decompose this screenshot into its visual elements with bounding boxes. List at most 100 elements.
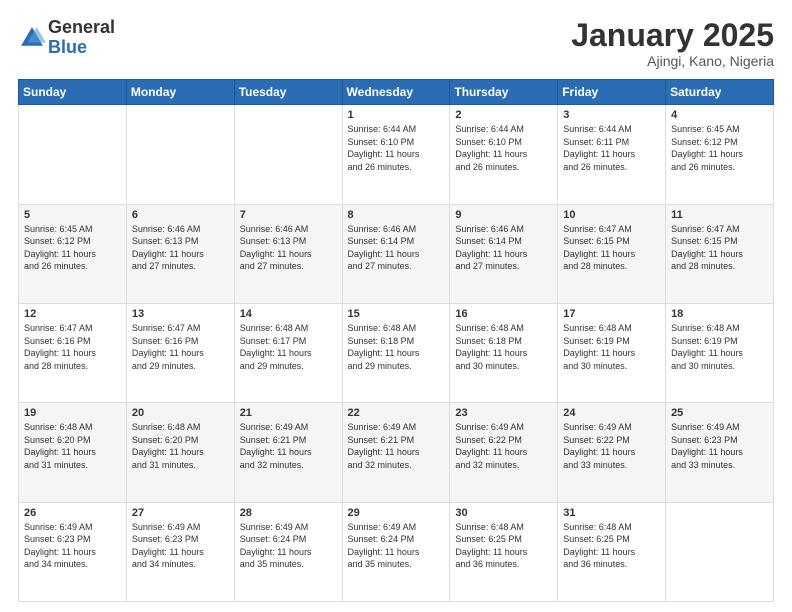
- day-number: 16: [455, 308, 552, 320]
- table-row: 11 Sunrise: 6:47 AM Sunset: 6:15 PM Dayli…: [666, 204, 774, 303]
- table-row: [234, 105, 342, 204]
- day-info: Sunrise: 6:48 AM Sunset: 6:25 PM Dayligh…: [563, 521, 660, 571]
- day-info: Sunrise: 6:47 AM Sunset: 6:15 PM Dayligh…: [671, 223, 768, 273]
- logo-general-text: General: [48, 17, 115, 37]
- table-row: 1 Sunrise: 6:44 AM Sunset: 6:10 PM Daylig…: [342, 105, 450, 204]
- day-number: 31: [563, 507, 660, 519]
- table-row: 5 Sunrise: 6:45 AM Sunset: 6:12 PM Daylig…: [19, 204, 127, 303]
- day-info: Sunrise: 6:49 AM Sunset: 6:22 PM Dayligh…: [455, 421, 552, 471]
- col-sunday: Sunday: [19, 80, 127, 105]
- day-info: Sunrise: 6:46 AM Sunset: 6:14 PM Dayligh…: [455, 223, 552, 273]
- day-info: Sunrise: 6:48 AM Sunset: 6:17 PM Dayligh…: [240, 322, 337, 372]
- day-info: Sunrise: 6:47 AM Sunset: 6:16 PM Dayligh…: [132, 322, 229, 372]
- table-row: 21 Sunrise: 6:49 AM Sunset: 6:21 PM Dayli…: [234, 403, 342, 502]
- table-row: 12 Sunrise: 6:47 AM Sunset: 6:16 PM Dayli…: [19, 303, 127, 402]
- main-title: January 2025: [571, 18, 774, 53]
- table-row: [126, 105, 234, 204]
- day-info: Sunrise: 6:48 AM Sunset: 6:19 PM Dayligh…: [563, 322, 660, 372]
- day-number: 21: [240, 407, 337, 419]
- day-number: 23: [455, 407, 552, 419]
- table-row: 18 Sunrise: 6:48 AM Sunset: 6:19 PM Dayli…: [666, 303, 774, 402]
- day-info: Sunrise: 6:48 AM Sunset: 6:25 PM Dayligh…: [455, 521, 552, 571]
- day-info: Sunrise: 6:48 AM Sunset: 6:19 PM Dayligh…: [671, 322, 768, 372]
- table-row: 10 Sunrise: 6:47 AM Sunset: 6:15 PM Dayli…: [558, 204, 666, 303]
- logo: General Blue: [18, 18, 115, 58]
- day-number: 7: [240, 209, 337, 221]
- calendar-week-row: 26 Sunrise: 6:49 AM Sunset: 6:23 PM Dayli…: [19, 502, 774, 601]
- col-thursday: Thursday: [450, 80, 558, 105]
- day-number: 8: [348, 209, 445, 221]
- table-row: 3 Sunrise: 6:44 AM Sunset: 6:11 PM Daylig…: [558, 105, 666, 204]
- calendar-week-row: 19Sunrise: 6:48 AM Sunset: 6:20 PM Dayli…: [19, 403, 774, 502]
- calendar-table: Sunday Monday Tuesday Wednesday Thursday…: [18, 79, 774, 602]
- day-number: 2: [455, 109, 552, 121]
- table-row: [666, 502, 774, 601]
- page: General Blue January 2025 Ajingi, Kano, …: [0, 0, 792, 612]
- col-tuesday: Tuesday: [234, 80, 342, 105]
- day-info: Sunrise: 6:47 AM Sunset: 6:16 PM Dayligh…: [24, 322, 121, 372]
- day-info: Sunrise: 6:47 AM Sunset: 6:15 PM Dayligh…: [563, 223, 660, 273]
- col-friday: Friday: [558, 80, 666, 105]
- day-number: 9: [455, 209, 552, 221]
- table-row: 30 Sunrise: 6:48 AM Sunset: 6:25 PM Dayli…: [450, 502, 558, 601]
- col-monday: Monday: [126, 80, 234, 105]
- day-info: Sunrise: 6:49 AM Sunset: 6:22 PM Dayligh…: [563, 421, 660, 471]
- day-info: Sunrise: 6:48 AM Sunset: 6:20 PM Dayligh…: [132, 421, 229, 471]
- table-row: 15 Sunrise: 6:48 AM Sunset: 6:18 PM Dayli…: [342, 303, 450, 402]
- day-info: Sunrise: 6:49 AM Sunset: 6:24 PM Dayligh…: [348, 521, 445, 571]
- day-number: 10: [563, 209, 660, 221]
- table-row: 26 Sunrise: 6:49 AM Sunset: 6:23 PM Dayli…: [19, 502, 127, 601]
- day-number: 5: [24, 209, 121, 221]
- table-row: 16 Sunrise: 6:48 AM Sunset: 6:18 PM Dayli…: [450, 303, 558, 402]
- day-info: Sunrise: 6:48 AM Sunset: 6:18 PM Dayligh…: [455, 322, 552, 372]
- day-number: 12: [24, 308, 121, 320]
- day-info: Sunrise: 6:46 AM Sunset: 6:13 PM Dayligh…: [132, 223, 229, 273]
- day-number: 27: [132, 507, 229, 519]
- table-row: 8Sunrise: 6:46 AM Sunset: 6:14 PM Daylig…: [342, 204, 450, 303]
- day-info: Sunrise: 6:49 AM Sunset: 6:24 PM Dayligh…: [240, 521, 337, 571]
- day-info: Sunrise: 6:45 AM Sunset: 6:12 PM Dayligh…: [671, 123, 768, 173]
- day-info: Sunrise: 6:44 AM Sunset: 6:10 PM Dayligh…: [348, 123, 445, 173]
- table-row: 22 Sunrise: 6:49 AM Sunset: 6:21 PM Dayli…: [342, 403, 450, 502]
- day-info: Sunrise: 6:49 AM Sunset: 6:21 PM Dayligh…: [348, 421, 445, 471]
- table-row: 23 Sunrise: 6:49 AM Sunset: 6:22 PM Dayli…: [450, 403, 558, 502]
- day-number: 18: [671, 308, 768, 320]
- day-info: Sunrise: 6:49 AM Sunset: 6:23 PM Dayligh…: [24, 521, 121, 571]
- table-row: 19Sunrise: 6:48 AM Sunset: 6:20 PM Dayli…: [19, 403, 127, 502]
- table-row: 27 Sunrise: 6:49 AM Sunset: 6:23 PM Dayli…: [126, 502, 234, 601]
- day-number: 11: [671, 209, 768, 221]
- day-number: 26: [24, 507, 121, 519]
- day-info: Sunrise: 6:49 AM Sunset: 6:23 PM Dayligh…: [132, 521, 229, 571]
- day-info: Sunrise: 6:48 AM Sunset: 6:20 PM Dayligh…: [24, 421, 121, 471]
- calendar-week-row: 1 Sunrise: 6:44 AM Sunset: 6:10 PM Daylig…: [19, 105, 774, 204]
- sub-title: Ajingi, Kano, Nigeria: [571, 53, 774, 69]
- day-number: 1: [348, 109, 445, 121]
- table-row: 29 Sunrise: 6:49 AM Sunset: 6:24 PM Dayli…: [342, 502, 450, 601]
- day-info: Sunrise: 6:44 AM Sunset: 6:10 PM Dayligh…: [455, 123, 552, 173]
- day-info: Sunrise: 6:46 AM Sunset: 6:13 PM Dayligh…: [240, 223, 337, 273]
- table-row: 9 Sunrise: 6:46 AM Sunset: 6:14 PM Daylig…: [450, 204, 558, 303]
- table-row: 28Sunrise: 6:49 AM Sunset: 6:24 PM Dayli…: [234, 502, 342, 601]
- table-row: 4 Sunrise: 6:45 AM Sunset: 6:12 PM Daylig…: [666, 105, 774, 204]
- day-number: 22: [348, 407, 445, 419]
- table-row: 17Sunrise: 6:48 AM Sunset: 6:19 PM Dayli…: [558, 303, 666, 402]
- day-info: Sunrise: 6:44 AM Sunset: 6:11 PM Dayligh…: [563, 123, 660, 173]
- table-row: 2 Sunrise: 6:44 AM Sunset: 6:10 PM Daylig…: [450, 105, 558, 204]
- day-number: 3: [563, 109, 660, 121]
- day-number: 29: [348, 507, 445, 519]
- day-number: 15: [348, 308, 445, 320]
- logo-text: General Blue: [48, 18, 115, 58]
- table-row: 7 Sunrise: 6:46 AM Sunset: 6:13 PM Daylig…: [234, 204, 342, 303]
- day-number: 30: [455, 507, 552, 519]
- day-number: 4: [671, 109, 768, 121]
- day-info: Sunrise: 6:49 AM Sunset: 6:21 PM Dayligh…: [240, 421, 337, 471]
- day-number: 24: [563, 407, 660, 419]
- table-row: 25Sunrise: 6:49 AM Sunset: 6:23 PM Dayli…: [666, 403, 774, 502]
- day-info: Sunrise: 6:49 AM Sunset: 6:23 PM Dayligh…: [671, 421, 768, 471]
- day-info: Sunrise: 6:45 AM Sunset: 6:12 PM Dayligh…: [24, 223, 121, 273]
- day-number: 14: [240, 308, 337, 320]
- day-info: Sunrise: 6:48 AM Sunset: 6:18 PM Dayligh…: [348, 322, 445, 372]
- col-saturday: Saturday: [666, 80, 774, 105]
- calendar-week-row: 5 Sunrise: 6:45 AM Sunset: 6:12 PM Daylig…: [19, 204, 774, 303]
- day-number: 20: [132, 407, 229, 419]
